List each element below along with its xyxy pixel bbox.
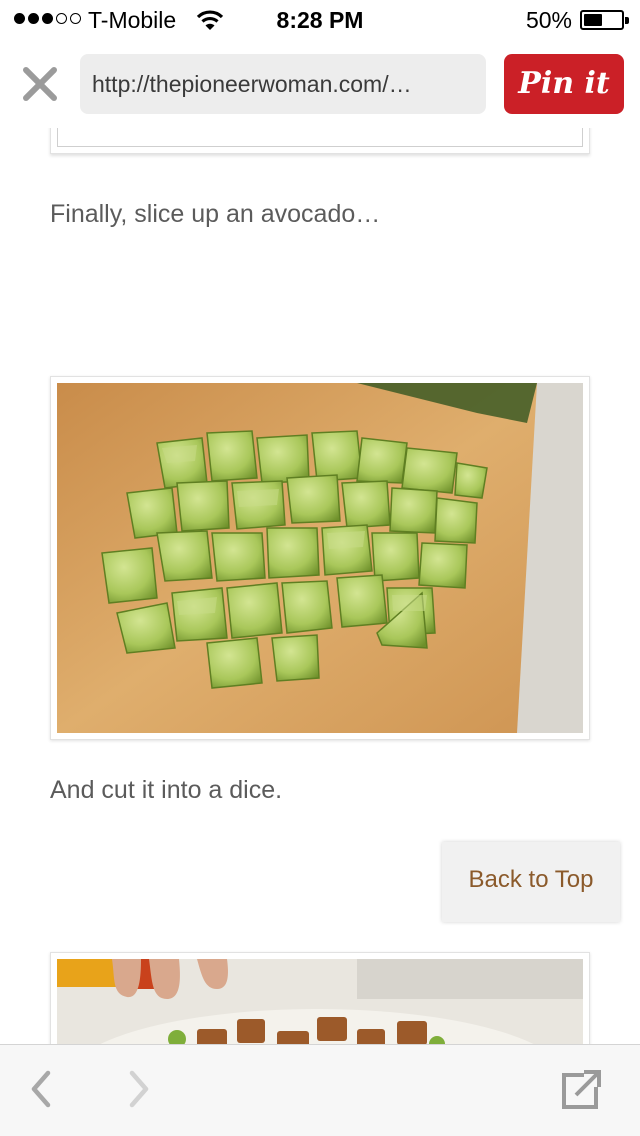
next-photo-frame — [50, 952, 590, 1044]
previous-image-frame — [50, 128, 590, 154]
avocado-photo-frame — [50, 376, 590, 740]
close-icon[interactable] — [20, 64, 60, 104]
back-to-top-button[interactable]: Back to Top — [442, 842, 620, 922]
salad-photo — [57, 959, 583, 1044]
pin-it-button[interactable]: Pin it — [504, 54, 624, 114]
browser-top-bar: http://thepioneerwoman.com/… Pin it — [0, 40, 640, 128]
article-paragraph: Finally, slice up an avocado… — [50, 200, 381, 228]
url-field[interactable]: http://thepioneerwoman.com/… — [80, 54, 486, 114]
battery-percent: 50% — [525, 7, 572, 33]
battery-icon — [580, 10, 629, 30]
status-bar: T-Mobile 8:28 PM 50% — [0, 0, 640, 40]
article-paragraph: And cut it into a dice. — [50, 776, 283, 804]
open-external-icon[interactable] — [560, 1069, 602, 1111]
browser-bottom-bar — [0, 1044, 640, 1136]
diced-avocado-photo — [57, 383, 583, 733]
chevron-left-icon[interactable] — [28, 1069, 54, 1109]
chevron-right-icon[interactable] — [126, 1069, 152, 1109]
